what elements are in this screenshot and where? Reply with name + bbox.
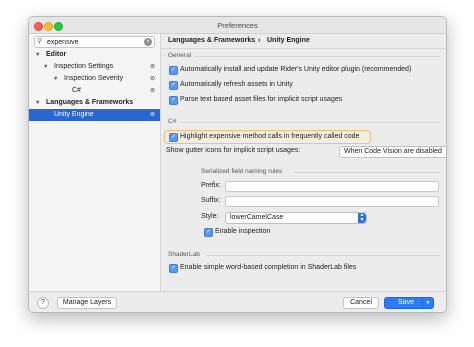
gutter-icons-label: Show gutter icons for implicit script us… [166,147,301,154]
chevron-down-icon[interactable]: ▼ [35,97,40,109]
prefix-input[interactable] [225,181,439,192]
sidebar-item-label: Editor [46,51,67,58]
sidebar-item-editor[interactable]: ▼ Editor [29,49,160,61]
sidebar-item-label: Inspection Severity [64,75,124,82]
general-section-heading: General [168,52,192,59]
sidebar-item-label: Inspection Settings [54,63,114,70]
csharp-section-heading: C# [168,118,177,125]
sidebar-item-label: Languages & Frameworks [46,99,134,106]
clear-search-icon[interactable]: × [144,38,152,46]
checkbox-checked-icon[interactable]: ✓ [169,133,178,142]
section-divider [181,122,440,123]
suffix-label: Suffix: [201,197,221,204]
sidebar-item-label: Unity Engine [54,111,94,118]
dialog-footer: ? Manage Layers Cancel Save ▼ [29,291,446,312]
window-title: Preferences [217,21,258,30]
project-settings-icon: ⊜ [149,76,155,82]
checkbox-checked-icon[interactable]: ✓ [204,228,213,237]
search-input[interactable] [47,37,139,47]
breadcrumb-parent[interactable]: Languages & Frameworks [168,34,255,48]
search-icon: ⚲ [37,38,43,45]
preferences-window: Preferences ⚲ × ▼ Editor ▼ Inspection Se… [28,16,447,313]
breadcrumb-current: Unity Engine [267,37,310,44]
settings-content: Languages & Frameworks › Unity Engine Ge… [161,34,446,291]
chevron-down-icon[interactable]: ▼ [43,61,48,73]
style-select[interactable]: lowerCamelCase ▲ ▼ [225,212,367,224]
breadcrumb: Languages & Frameworks › Unity Engine [161,34,446,49]
chevron-down-icon[interactable]: ▼ [422,298,433,308]
manage-layers-button[interactable]: Manage Layers [57,297,117,309]
project-settings-icon: ⊜ [149,64,155,70]
breadcrumb-separator: › [258,37,261,44]
checkbox-checked-icon[interactable]: ✓ [169,66,178,75]
section-divider [294,172,440,173]
sidebar-item-label: C# [72,87,81,94]
settings-search[interactable]: ⚲ × [34,36,155,48]
section-divider [206,255,440,256]
save-button[interactable]: Save ▼ [384,297,434,309]
checkbox-checked-icon[interactable]: ✓ [169,96,178,105]
title-bar: Preferences [29,17,446,34]
checkbox-checked-icon[interactable]: ✓ [169,81,178,90]
section-divider [194,56,440,57]
sidebar-item-csharp[interactable]: C# ⊜ [29,85,160,97]
sidebar-item-inspection-severity[interactable]: ▼ Inspection Severity ⊜ [29,73,160,85]
suffix-input[interactable] [225,196,439,207]
sidebar-item-inspection-settings[interactable]: ▼ Inspection Settings ⊜ [29,61,160,73]
chevron-down-icon[interactable]: ▼ [53,73,58,85]
sidebar-item-unity-engine[interactable]: Unity Engine ⊜ [29,109,160,121]
save-button-label: Save [398,299,414,306]
style-label: Style: [201,213,219,220]
prefix-label: Prefix: [201,182,221,189]
help-button[interactable]: ? [37,297,49,309]
settings-sidebar: ⚲ × ▼ Editor ▼ Inspection Settings ⊜ ▼ I… [29,34,161,291]
project-settings-icon: ⊜ [149,112,155,118]
shaderlab-section-heading: ShaderLab [168,251,200,258]
project-settings-icon: ⊜ [149,88,155,94]
sidebar-item-languages-frameworks[interactable]: ▼ Languages & Frameworks [29,97,160,109]
gutter-icons-select[interactable]: When Code Vision are disabled ▲▼ [339,146,446,158]
chevron-down-icon[interactable]: ▼ [35,49,40,61]
cancel-button[interactable]: Cancel [343,297,379,309]
checkbox-checked-icon[interactable]: ✓ [169,264,178,273]
select-stepper-icon: ▲ ▼ [358,212,366,223]
serialized-rules-heading: Serialized field naming rules [201,168,283,175]
